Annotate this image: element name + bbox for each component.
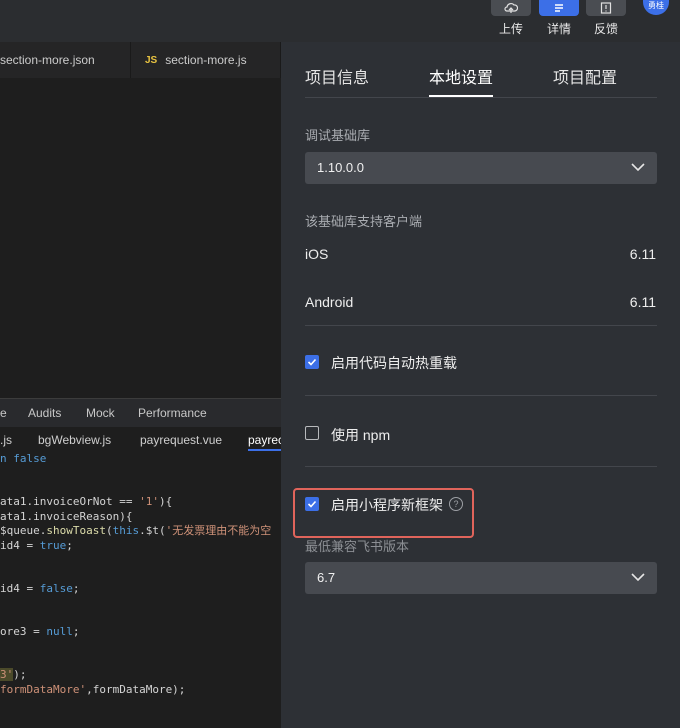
chevron-down-icon [631, 573, 645, 582]
code-line: ore3 = null; [0, 625, 80, 638]
editor-tab-section-more-json[interactable]: section-more.json [0, 42, 131, 78]
client-name-ios: iOS [305, 246, 329, 262]
devtools-tab-mock[interactable]: Mock [86, 399, 115, 427]
devtools-tab-performance[interactable]: Performance [138, 399, 207, 427]
client-name-android: Android [305, 294, 354, 310]
use-npm-checkbox[interactable] [305, 426, 319, 440]
use-npm-label: 使用 npm [331, 427, 391, 443]
checkmark-icon [307, 358, 317, 366]
tab-local-settings[interactable]: 本地设置 [429, 64, 493, 88]
base-lib-select[interactable]: 1.10.0.0 [305, 152, 657, 184]
details-button[interactable] [539, 0, 579, 16]
editor-tab-section-more-js[interactable]: JS section-more.js [131, 42, 281, 78]
hot-reload-checkbox[interactable] [305, 355, 319, 369]
client-version-ios: 6.11 [629, 246, 656, 262]
list-icon [555, 4, 563, 12]
code-line: ata1.invoiceReason){ [0, 510, 133, 523]
feedback-label: 反馈 [593, 22, 618, 36]
divider [305, 395, 657, 396]
file-tab[interactable]: bgWebview.js [38, 427, 111, 451]
devtools-tab-bar: e Audits Mock Performance [0, 398, 281, 427]
supported-clients-label: 该基础库支持客户端 [305, 214, 423, 229]
divider [305, 466, 657, 467]
code-line: n false [0, 452, 47, 465]
top-toolbar: 上传 详情 反馈 勇桂 [0, 0, 680, 42]
code-line: 3'); [0, 668, 27, 681]
file-tab[interactable]: payrequest.vue [140, 427, 222, 451]
code-line: id4 = true; [0, 539, 73, 552]
code-line: ata1.invoiceOrNot == '1'){ [0, 495, 173, 508]
hot-reload-label: 启用代码自动热重载 [331, 355, 457, 371]
highlight-annotation [293, 488, 474, 538]
min-version-select[interactable]: 6.7 [305, 562, 657, 594]
min-version-label: 最低兼容飞书版本 [305, 539, 410, 554]
avatar[interactable]: 勇桂 [643, 0, 669, 15]
file-tab-active[interactable]: payrec [248, 427, 285, 451]
code-line: formDataMore',formDataMore); [0, 683, 186, 696]
feedback-icon [600, 2, 612, 14]
cloud-upload-icon [504, 3, 518, 13]
base-lib-value: 1.10.0.0 [317, 160, 364, 175]
code-line: $queue.showToast(this.$t('无发票理由不能为空 [0, 524, 272, 537]
divider [305, 325, 657, 326]
tab-label: section-more.json [0, 53, 95, 67]
code-editor[interactable] [0, 96, 281, 396]
details-label: 详情 [546, 22, 571, 36]
min-version-value: 6.7 [317, 570, 336, 585]
chevron-down-icon [631, 163, 645, 172]
feedback-button[interactable] [586, 0, 626, 16]
source-code-view[interactable]: n false ata1.invoiceOrNot == '1'){ ata1.… [0, 451, 281, 728]
source-file-tabs: .js bgWebview.js payrequest.vue payrec [0, 427, 285, 452]
divider [305, 97, 657, 98]
devtools-tab-audits[interactable]: Audits [28, 399, 61, 427]
editor-tab-bar: section-more.json JS section-more.js [0, 42, 281, 78]
base-lib-label: 调试基础库 [305, 128, 371, 143]
tab-project-info[interactable]: 项目信息 [305, 64, 369, 88]
settings-panel: 项目信息 本地设置 项目配置 调试基础库 1.10.0.0 该基础库支持客户端 … [281, 42, 680, 728]
tab-project-config[interactable]: 项目配置 [553, 64, 617, 88]
js-file-icon: JS [145, 54, 158, 66]
tab-label: section-more.js [165, 53, 247, 67]
breadcrumb [0, 78, 281, 97]
client-version-android: 6.11 [629, 294, 656, 310]
file-tab[interactable]: .js [0, 427, 12, 451]
code-line: id4 = false; [0, 582, 80, 595]
upload-label: 上传 [498, 22, 523, 36]
devtools-tab-partial[interactable]: e [0, 399, 7, 427]
upload-button[interactable] [491, 0, 531, 16]
